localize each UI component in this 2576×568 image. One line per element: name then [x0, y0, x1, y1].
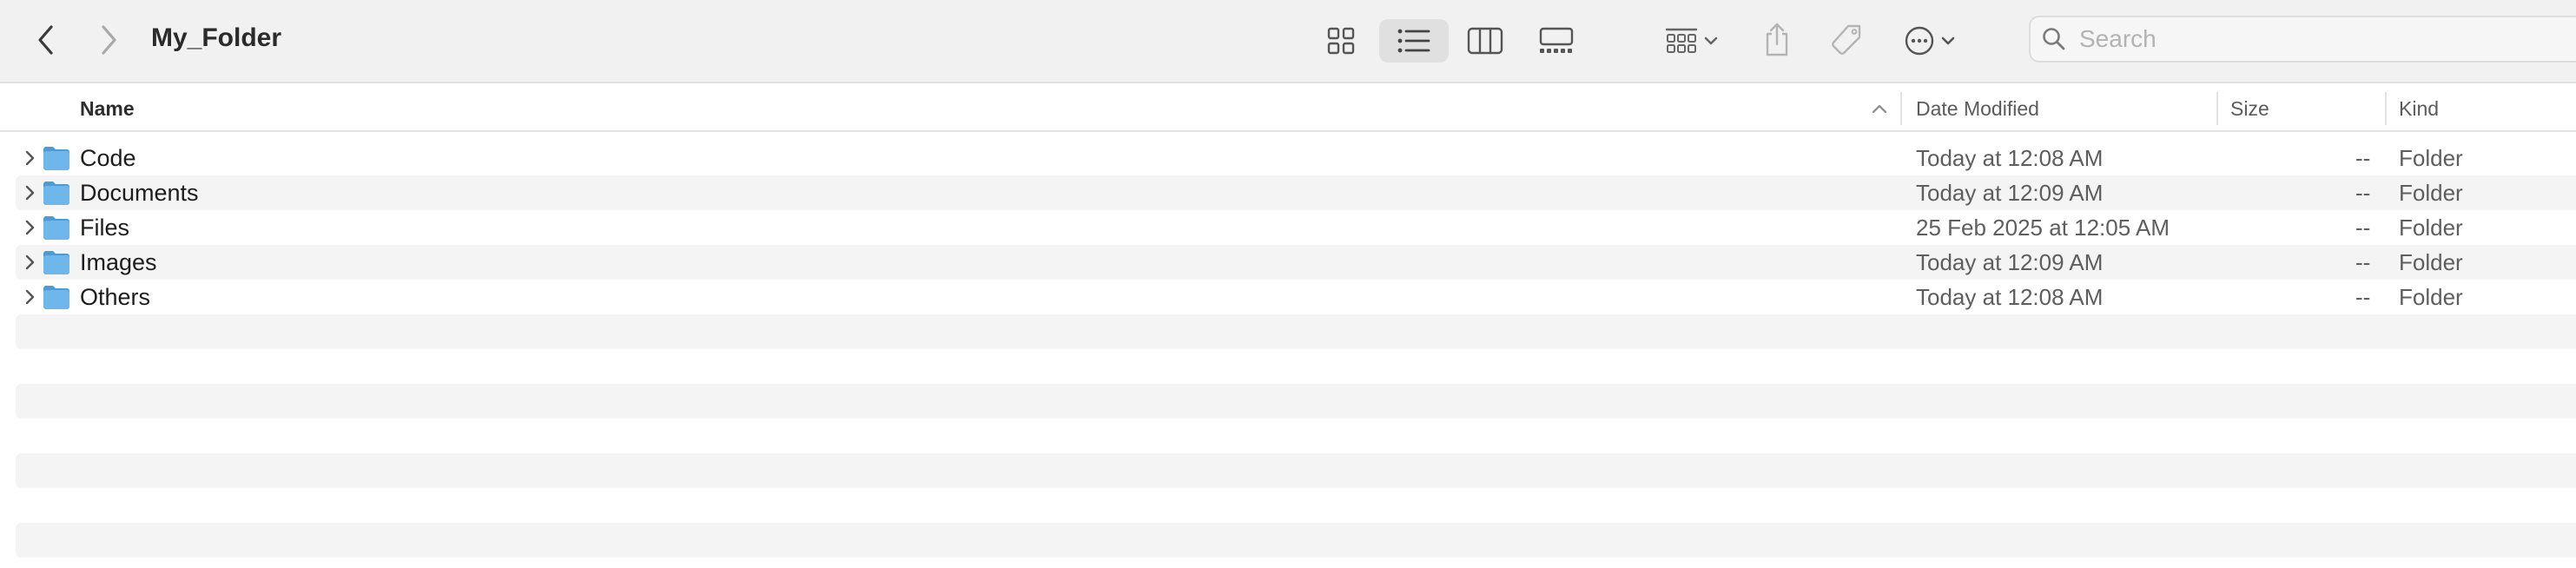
- file-name: Files: [80, 215, 130, 241]
- file-date-modified: Today at 12:08 AM: [1916, 145, 2104, 171]
- file-date-modified: Today at 12:09 AM: [1916, 249, 2104, 275]
- file-name: Others: [80, 284, 151, 310]
- column-header-name[interactable]: Name: [80, 85, 135, 132]
- column-header-kind[interactable]: Kind: [2399, 85, 2439, 132]
- file-date-modified: Today at 12:09 AM: [1916, 180, 2104, 206]
- gallery-icon: [1539, 27, 1574, 53]
- back-button[interactable]: [23, 16, 71, 64]
- share-icon: [1766, 23, 1788, 56]
- disclosure-triangle-icon[interactable]: [19, 182, 40, 203]
- disclosure-triangle-icon[interactable]: [19, 287, 40, 307]
- list-icon: [1397, 29, 1430, 53]
- file-kind: Folder: [2399, 145, 2463, 171]
- column-header-date-modified[interactable]: Date Modified: [1916, 85, 2039, 132]
- table-row[interactable]: Documents Today at 12:09 AM -- Folder: [0, 175, 2576, 210]
- column-header-size[interactable]: Size: [2230, 85, 2269, 132]
- columns-icon: [1467, 27, 1503, 55]
- column-view-button[interactable]: [1450, 19, 1520, 63]
- file-size: --: [2355, 145, 2371, 171]
- share-button[interactable]: [1754, 16, 1800, 64]
- tag-icon: [1832, 24, 1861, 55]
- tag-button[interactable]: [1822, 16, 1871, 64]
- table-row[interactable]: Files 25 Feb 2025 at 12:05 AM -- Folder: [0, 210, 2576, 245]
- search-field[interactable]: [2029, 16, 2576, 63]
- file-kind: Folder: [2399, 284, 2463, 310]
- chevron-right-icon: [102, 25, 116, 55]
- file-name: Documents: [80, 180, 199, 206]
- row-stripe: [16, 453, 2576, 488]
- disclosure-triangle-icon[interactable]: [19, 148, 40, 168]
- ellipsis-circle-icon: [1905, 26, 1934, 56]
- group-by-button[interactable]: [1657, 19, 1727, 63]
- forward-button[interactable]: [83, 16, 132, 64]
- table-row[interactable]: Images Today at 12:09 AM -- Folder: [0, 245, 2576, 280]
- row-stripe: [16, 314, 2576, 349]
- disclosure-triangle-icon[interactable]: [19, 252, 40, 273]
- chevron-left-icon: [38, 25, 53, 55]
- folder-icon: [43, 251, 69, 274]
- column-divider[interactable]: [2216, 92, 2218, 125]
- file-kind: Folder: [2399, 215, 2463, 241]
- file-name: Code: [80, 145, 136, 171]
- gallery-view-button[interactable]: [1522, 19, 1591, 63]
- file-name: Images: [80, 249, 157, 275]
- column-divider[interactable]: [1900, 92, 1902, 125]
- file-date-modified: 25 Feb 2025 at 12:05 AM: [1916, 215, 2170, 241]
- icon-view-button[interactable]: [1306, 19, 1376, 63]
- file-list: Code Today at 12:08 AM -- Folder Documen…: [0, 134, 2576, 568]
- column-divider[interactable]: [2385, 92, 2387, 125]
- grid-icon: [1327, 27, 1355, 55]
- file-size: --: [2355, 180, 2371, 206]
- file-size: --: [2355, 249, 2371, 275]
- file-kind: Folder: [2399, 249, 2463, 275]
- toolbar: My_Folder: [0, 0, 2576, 83]
- folder-icon: [43, 286, 69, 309]
- folder-icon: [43, 147, 69, 170]
- folder-icon: [43, 216, 69, 240]
- row-stripe: [16, 384, 2576, 419]
- file-size: --: [2355, 215, 2371, 241]
- search-input[interactable]: [2079, 25, 2566, 53]
- list-view-button[interactable]: [1379, 19, 1449, 63]
- file-kind: Folder: [2399, 180, 2463, 206]
- chevron-down-icon: [1941, 36, 1955, 45]
- file-size: --: [2355, 284, 2371, 310]
- row-stripe: [16, 523, 2576, 558]
- disclosure-triangle-icon[interactable]: [19, 217, 40, 238]
- table-row[interactable]: Others Today at 12:08 AM -- Folder: [0, 280, 2576, 314]
- window-title: My_Folder: [151, 23, 282, 52]
- chevron-down-icon: [1704, 36, 1718, 45]
- file-date-modified: Today at 12:08 AM: [1916, 284, 2104, 310]
- table-row[interactable]: Code Today at 12:08 AM -- Folder: [0, 141, 2576, 175]
- group-grid-icon: [1665, 28, 1698, 53]
- sort-ascending-icon[interactable]: [1871, 102, 1888, 115]
- folder-icon: [43, 182, 69, 205]
- more-actions-button[interactable]: [1895, 19, 1965, 63]
- column-header-bar: Name Date Modified Size Kind: [0, 85, 2576, 132]
- search-icon: [2043, 28, 2065, 50]
